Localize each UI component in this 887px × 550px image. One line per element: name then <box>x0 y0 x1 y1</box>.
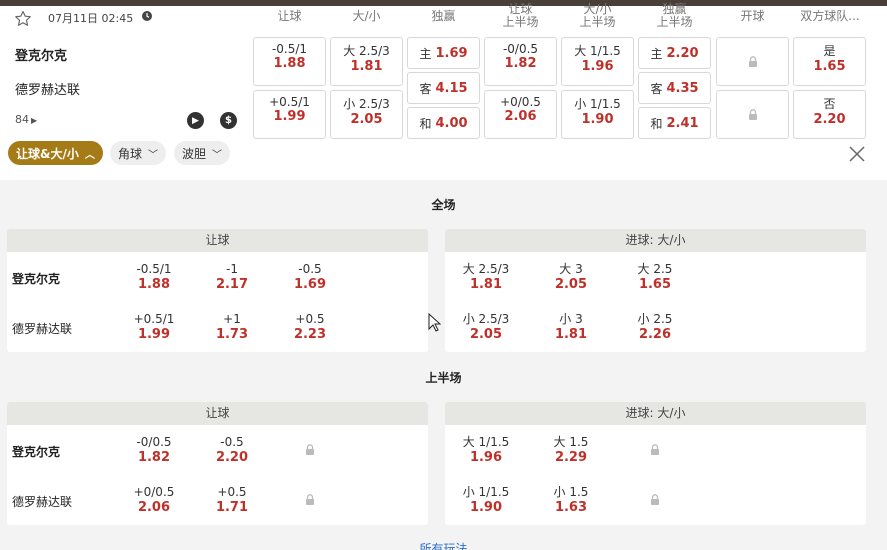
cursor-icon <box>428 313 441 332</box>
odd-locked <box>275 494 345 505</box>
clock-icon <box>142 11 152 21</box>
card-team-away: 德罗赫达联 <box>12 322 73 336</box>
odds-cell-under-1h[interactable]: 小 1/1.5 1.90 <box>561 90 634 139</box>
odd-option[interactable]: -0/0.5 1.82 <box>119 434 189 466</box>
col-header-over-under: 大/小 <box>352 9 381 23</box>
odd-option[interactable]: 小 2.5 2.26 <box>620 311 690 343</box>
lock-icon <box>748 56 757 67</box>
odds-cell-moneyline-home[interactable]: 主 1.69 <box>407 37 480 69</box>
card-header: 进球: 大/小 <box>445 402 866 425</box>
odds-cell-under[interactable]: 小 2.5/3 2.05 <box>330 90 403 139</box>
chevron-up-icon: ︿ <box>84 149 95 161</box>
odd-option[interactable]: 大 2.5/3 1.81 <box>451 261 521 293</box>
first-half-goals-card: 进球: 大/小 大 1/1.5 1.96 大 1.5 2.29 小 1/1.5 1.9… <box>445 402 866 525</box>
col-header-handicap-1h: 让球 上半场 <box>502 2 539 29</box>
more-markets-count[interactable]: 84 ▶ <box>15 113 37 126</box>
filter-chip-correct-score[interactable]: 波胆 ﹀ <box>174 141 231 165</box>
col-header-over-under-1h: 大/小 上半场 <box>579 2 616 29</box>
odds-cell-over-1h[interactable]: 大 1/1.5 1.96 <box>561 37 634 86</box>
full-handicap-card: 让球 登克尔克 德罗赫达联 -0.5/1 1.88 -1 2.17 -0.5 1.69… <box>7 229 428 352</box>
odds-cell-handicap-1h-home[interactable]: -0/0.5 1.82 <box>484 37 557 86</box>
odd-option[interactable]: 大 1/1.5 1.96 <box>451 434 521 466</box>
lock-icon <box>306 494 314 505</box>
col-header-handicap: 让球 <box>277 9 302 23</box>
card-team-home: 登克尔克 <box>12 445 61 459</box>
cash-out-button[interactable]: $ <box>220 112 237 129</box>
chevron-down-icon: ﹀ <box>212 149 223 161</box>
card-team-home: 登克尔克 <box>12 272 61 286</box>
full-goals-card: 进球: 大/小 大 2.5/3 1.81 大 3 2.05 大 2.5 1.65 小 … <box>445 229 866 352</box>
lock-icon <box>306 444 314 455</box>
odds-cell-kickoff-locked <box>716 90 789 139</box>
odd-option[interactable]: +0/0.5 2.06 <box>119 484 189 516</box>
odds-cell-handicap-home[interactable]: -0.5/1 1.88 <box>253 37 326 86</box>
odd-option[interactable]: 大 2.5 1.65 <box>620 261 690 293</box>
odd-option[interactable]: 小 2.5/3 2.05 <box>451 311 521 343</box>
lock-icon <box>748 109 757 120</box>
odd-locked <box>620 494 690 505</box>
chevron-down-icon: ﹀ <box>148 149 159 161</box>
first-half-handicap-card: 让球 登克尔克 德罗赫达联 -0/0.5 1.82 -0.5 2.20 +0/0.5… <box>7 402 428 525</box>
odd-option[interactable]: 小 1/1.5 1.90 <box>451 484 521 516</box>
odds-cell-moneyline-1h-away[interactable]: 客 4.35 <box>638 72 711 104</box>
card-header: 让球 <box>7 229 428 252</box>
home-team-name: 登克尔克 <box>15 49 68 64</box>
odd-option[interactable]: -0.5/1 1.88 <box>119 261 189 293</box>
card-header: 让球 <box>7 402 428 425</box>
play-button[interactable]: ▶ <box>187 112 204 129</box>
odd-option[interactable]: -0.5 1.69 <box>275 261 345 293</box>
odd-option[interactable]: +0.5 1.71 <box>197 484 267 516</box>
odd-option[interactable]: -1 2.17 <box>197 261 267 293</box>
odds-cell-moneyline-draw[interactable]: 和 4.00 <box>407 107 480 139</box>
section-title-full-match: 全场 <box>431 198 456 212</box>
odd-locked <box>620 444 690 455</box>
section-title-first-half: 上半场 <box>425 371 462 385</box>
lock-icon <box>651 444 659 455</box>
odds-cell-moneyline-1h-home[interactable]: 主 2.20 <box>638 37 711 69</box>
col-header-kickoff: 开球 <box>740 9 765 23</box>
col-header-moneyline: 独赢 <box>431 9 456 23</box>
odds-cell-handicap-1h-away[interactable]: +0/0.5 2.06 <box>484 90 557 139</box>
card-header: 进球: 大/小 <box>445 229 866 252</box>
odd-option[interactable]: 大 3 2.05 <box>536 261 606 293</box>
odd-option[interactable]: 小 3 1.81 <box>536 311 606 343</box>
col-header-moneyline-1h: 独赢 上半场 <box>656 2 693 29</box>
card-team-away: 德罗赫达联 <box>12 495 73 509</box>
star-icon[interactable] <box>13 9 33 29</box>
filter-chip-handicap-over-under[interactable]: 让球&大/小 ︿ <box>8 141 103 165</box>
odd-locked <box>275 444 345 455</box>
odds-cell-handicap-away[interactable]: +0.5/1 1.99 <box>253 90 326 139</box>
lock-icon <box>651 494 659 505</box>
all-plays-link[interactable]: 所有玩法 <box>0 540 887 550</box>
match-datetime: 07月11日 02:45 <box>48 12 134 25</box>
odd-option[interactable]: +1 1.73 <box>197 311 267 343</box>
odds-cell-both-teams-no[interactable]: 否 2.20 <box>793 90 866 139</box>
odds-cell-over[interactable]: 大 2.5/3 1.81 <box>330 37 403 86</box>
odds-cell-moneyline-1h-draw[interactable]: 和 2.41 <box>638 107 711 139</box>
odd-option[interactable]: 小 1.5 1.63 <box>536 484 606 516</box>
odds-cell-both-teams-yes[interactable]: 是 1.65 <box>793 37 866 86</box>
close-icon[interactable] <box>847 144 867 164</box>
col-header-both-teams: 双方球队... <box>800 9 860 23</box>
odds-cell-moneyline-away[interactable]: 客 4.15 <box>407 72 480 104</box>
odd-option[interactable]: +0.5 2.23 <box>275 311 345 343</box>
odds-cell-kickoff-locked <box>716 37 789 86</box>
filter-chip-corners[interactable]: 角球 ﹀ <box>110 141 167 165</box>
away-team-name: 德罗赫达联 <box>15 83 81 98</box>
odd-option[interactable]: -0.5 2.20 <box>197 434 267 466</box>
odd-option[interactable]: +0.5/1 1.99 <box>119 311 189 343</box>
odd-option[interactable]: 大 1.5 2.29 <box>536 434 606 466</box>
